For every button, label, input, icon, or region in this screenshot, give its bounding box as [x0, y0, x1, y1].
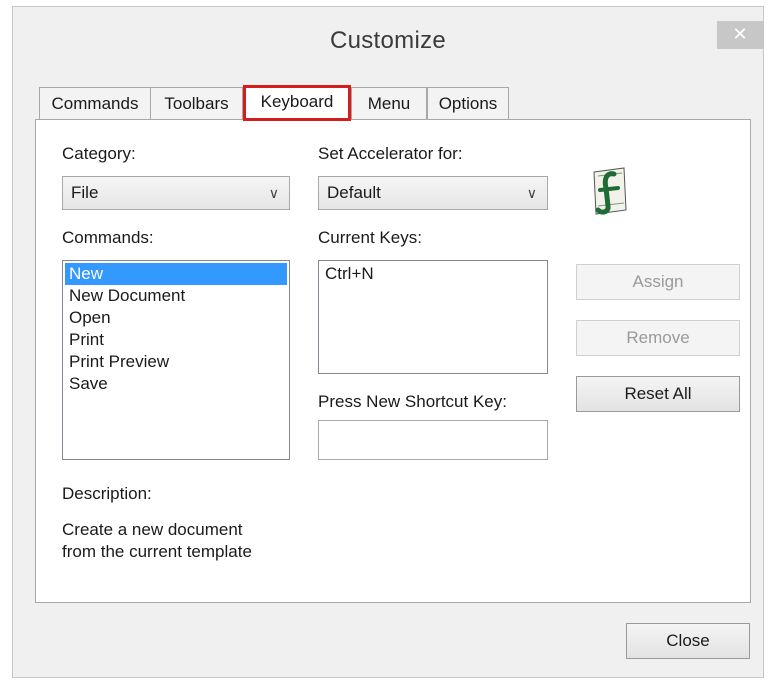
- list-item[interactable]: Ctrl+N: [321, 263, 545, 285]
- tab-toolbars[interactable]: Toolbars: [150, 87, 243, 120]
- list-item[interactable]: Save: [65, 373, 287, 395]
- chevron-down-icon: ∨: [268, 185, 279, 201]
- description-label: Description:: [62, 484, 152, 503]
- category-select[interactable]: File ∨: [62, 176, 290, 210]
- category-label: Category:: [62, 144, 136, 163]
- list-item[interactable]: New Document: [65, 285, 287, 307]
- remove-button[interactable]: Remove: [576, 320, 740, 356]
- customize-dialog: Customize ✕ Commands Toolbars Keyboard M…: [12, 6, 764, 678]
- category-value: File: [71, 183, 99, 202]
- accelerator-select[interactable]: Default ∨: [318, 176, 548, 210]
- app-logo-icon: [593, 167, 627, 215]
- description-line-1: Create a new document: [62, 520, 243, 539]
- commands-label: Commands:: [62, 228, 154, 247]
- tab-commands[interactable]: Commands: [39, 87, 151, 120]
- reset-all-button[interactable]: Reset All: [576, 376, 740, 412]
- tab-keyboard[interactable]: Keyboard: [243, 85, 351, 121]
- accelerator-value: Default: [327, 183, 381, 202]
- list-item[interactable]: Print Preview: [65, 351, 287, 373]
- list-item[interactable]: New: [65, 263, 287, 285]
- list-item[interactable]: Print: [65, 329, 287, 351]
- assign-button[interactable]: Assign: [576, 264, 740, 300]
- description-line-2: from the current template: [62, 542, 252, 561]
- close-button[interactable]: Close: [626, 623, 750, 659]
- keyboard-panel: Category: File ∨ Commands: New New Docum…: [35, 119, 751, 603]
- press-new-shortcut-label: Press New Shortcut Key:: [318, 392, 507, 411]
- title-bar: Customize ✕: [13, 7, 763, 69]
- set-accelerator-label: Set Accelerator for:: [318, 144, 463, 163]
- chevron-down-icon: ∨: [526, 185, 537, 201]
- current-keys-label: Current Keys:: [318, 228, 422, 247]
- tab-menu[interactable]: Menu: [351, 87, 427, 120]
- tab-options[interactable]: Options: [427, 87, 509, 120]
- list-item[interactable]: Open: [65, 307, 287, 329]
- close-icon[interactable]: ✕: [717, 21, 763, 49]
- current-keys-list[interactable]: Ctrl+N: [318, 260, 548, 374]
- dialog-title: Customize: [329, 27, 447, 54]
- commands-list[interactable]: New New Document Open Print Print Previe…: [62, 260, 290, 460]
- shortcut-key-input[interactable]: [318, 420, 548, 460]
